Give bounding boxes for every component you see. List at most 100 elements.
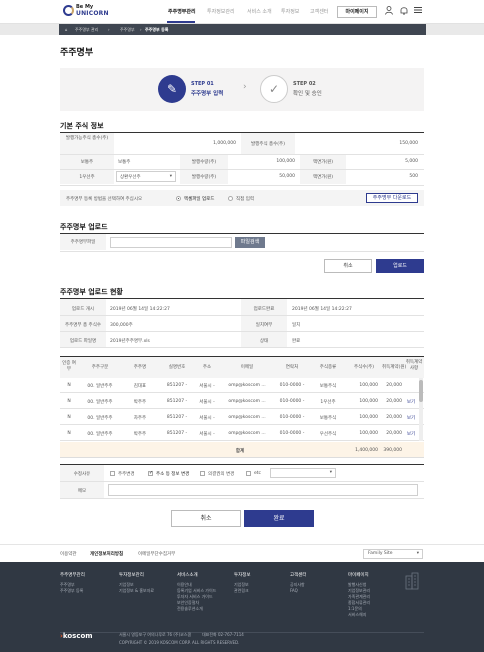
view-link[interactable]: 보기	[404, 399, 418, 405]
filename-value: 2019년주주명부.xls	[110, 339, 150, 344]
filename-label: 업로드 파일명	[69, 339, 97, 344]
radio-direct-label[interactable]: 직접 입력	[236, 196, 254, 202]
cell-email: omp@koscom ...	[228, 383, 266, 388]
footer-link-terms[interactable]: 이용약관	[60, 551, 77, 557]
issued-value: 150,000	[399, 141, 418, 146]
footer-link[interactable]: 주주명부 등록	[60, 588, 83, 594]
checkbox-voting-change[interactable]	[200, 471, 205, 476]
upload-button[interactable]: 업로드	[376, 259, 424, 273]
checkbox-label[interactable]: 주주변경	[118, 471, 135, 477]
nav-service-intro[interactable]: 서비스 소개	[247, 8, 272, 15]
par-value: 5,000	[405, 159, 418, 164]
table-row[interactable]: N 00. 일반주주 박주주 851207 - 서울시 - omp@koscom…	[60, 394, 424, 409]
cell-name: 박주주	[133, 400, 147, 405]
mypage-button[interactable]: 마이페이지	[337, 6, 377, 18]
etc-select[interactable]: ▾	[270, 468, 336, 478]
radio-excel[interactable]	[176, 196, 181, 201]
th-name: 주주명	[133, 365, 147, 370]
total-shares-value: 300,000주	[110, 323, 133, 328]
cell-address: 서울시 -	[199, 416, 215, 421]
cell-name: 차주주	[133, 416, 147, 421]
th-stock-type: 주식종류	[319, 365, 337, 370]
user-icon[interactable]	[384, 6, 394, 17]
qty-value: 50,000	[279, 174, 295, 179]
logo-icon	[63, 5, 74, 16]
qty-label: 발행수량(주)	[191, 160, 217, 165]
footer: 주주명부관리 주주명부 주주명부 등록 투자정보관리 기업정보 기업정보 & 홍…	[0, 562, 484, 652]
cell-shares: 100,000	[359, 431, 378, 436]
breadcrumb-item-1[interactable]: 주주명부 관리	[75, 27, 98, 33]
table-scrollbar[interactable]	[419, 378, 423, 441]
footer-link[interactable]: 관련링크	[234, 588, 249, 594]
footer-copyright: COPYRIGHT © 2019 KOSCOM CORP. ALL RIGHTS…	[119, 640, 240, 645]
nav-shareholder-registry[interactable]: 주주명부관리	[168, 8, 196, 15]
checkbox-shareholder-change[interactable]	[110, 471, 115, 476]
upload-title: 주주명부 업로드	[60, 223, 108, 231]
checkbox-etc[interactable]	[246, 471, 251, 476]
cell-stock-type: 보통주식	[319, 416, 337, 421]
radio-excel-label[interactable]: 엑셀파일 업로드	[184, 196, 214, 202]
total-shares-label: 주주명부 총 주식수	[65, 323, 101, 328]
note-label: 메모	[77, 489, 87, 494]
family-site-select[interactable]: Family Site ▾	[363, 549, 423, 559]
file-search-button[interactable]: 파일검색	[235, 237, 265, 248]
th-type: 주주구분	[91, 365, 109, 370]
nav-investment-info-mgmt[interactable]: 투자정보관리	[207, 8, 235, 15]
cell-contact: 010-0000 -	[279, 383, 305, 388]
view-link[interactable]: 보기	[404, 415, 418, 421]
footer-col-title: 주주명부관리	[60, 573, 85, 578]
sum-shares: 1,400,000	[355, 448, 378, 453]
th-auth: 인증 여부	[62, 361, 76, 372]
checkbox-address-change[interactable]	[148, 470, 153, 476]
cell-contact: 010-0000 -	[279, 431, 305, 436]
table-row[interactable]: N 00. 일반주주 차주주 851207 - 서울시 - omp@koscom…	[60, 410, 424, 425]
breadcrumb-item-2[interactable]: 주주명부	[120, 27, 135, 33]
download-registry-button[interactable]: 주주명부 다운로드	[366, 193, 418, 203]
upload-cancel-button[interactable]: 취소	[324, 259, 372, 273]
footer-link[interactable]: 서비스해지	[348, 612, 366, 618]
common-value: 보통주	[118, 160, 131, 165]
cell-stock-type: 우선주식	[319, 432, 337, 437]
footer-link[interactable]: FAQ	[290, 588, 298, 593]
nav-customer-center[interactable]: 고객센터	[310, 8, 328, 15]
chevron-icon: ›	[108, 27, 110, 32]
checkbox-label[interactable]: 의결권의 변경	[208, 471, 234, 477]
note-input[interactable]	[108, 484, 418, 496]
cell-idno: 851207 -	[166, 383, 188, 388]
checkbox-label[interactable]: etc	[254, 471, 261, 476]
footer-link[interactable]: 기업정보 & 홍보자료	[119, 588, 154, 594]
footer-link-email[interactable]: 이메일무단수집거부	[138, 551, 175, 557]
table-row[interactable]: N 00. 일반주주 박주주 851207 - 서울시 - omp@koscom…	[60, 426, 424, 441]
row-divider	[60, 347, 424, 348]
logo-line2[interactable]: UNICORN	[76, 10, 109, 17]
footer-tel: 대표전화 02-767-7114	[202, 632, 244, 637]
menu-icon[interactable]	[413, 6, 423, 17]
cell-price: 20,000	[386, 399, 402, 404]
cancel-button[interactable]: 취소	[171, 510, 241, 527]
edit-icon: ✎	[158, 75, 186, 103]
scrollbar-thumb[interactable]	[419, 380, 423, 402]
bell-icon[interactable]	[399, 6, 409, 17]
section-rule	[60, 464, 424, 465]
view-link[interactable]: 보기	[404, 431, 418, 437]
table-row[interactable]: N 00. 일반주주 김대표 851207 - 서울시 - omp@koscom…	[60, 378, 424, 393]
basic-info-title: 기본 주식 정보	[60, 122, 104, 130]
qty-value: 100,000	[276, 159, 295, 164]
radio-direct[interactable]	[228, 196, 233, 201]
issuable-label: 발행가능주식 총수(주)	[65, 136, 109, 141]
footer-link-privacy[interactable]: 개인정보처리방침	[90, 551, 123, 557]
cell-stock-type: 보통주식	[319, 384, 337, 389]
file-input[interactable]	[110, 237, 232, 248]
complete-button[interactable]: 완료	[244, 510, 314, 527]
footer-link[interactable]: 전용솔루션소개	[177, 606, 203, 612]
cell-stock-type: 1우선주	[320, 400, 336, 405]
upload-end-label: 업로드완료	[253, 307, 275, 312]
checkbox-label[interactable]: 주소 등 정보 변경	[156, 471, 189, 477]
nav-investment-info[interactable]: 투자정보	[281, 8, 299, 15]
chevron-down-icon: ▾	[416, 551, 419, 556]
home-icon[interactable]: ⌂	[65, 27, 68, 32]
preferred-type-select[interactable]: 상환우선주 ▾	[116, 171, 176, 182]
footer-col-title: 투자정보	[234, 573, 251, 578]
footer-address: 서울시 영등포구 여의나루로 76 (주)코스콤	[119, 632, 192, 637]
cell-address: 서울시 -	[199, 400, 215, 405]
